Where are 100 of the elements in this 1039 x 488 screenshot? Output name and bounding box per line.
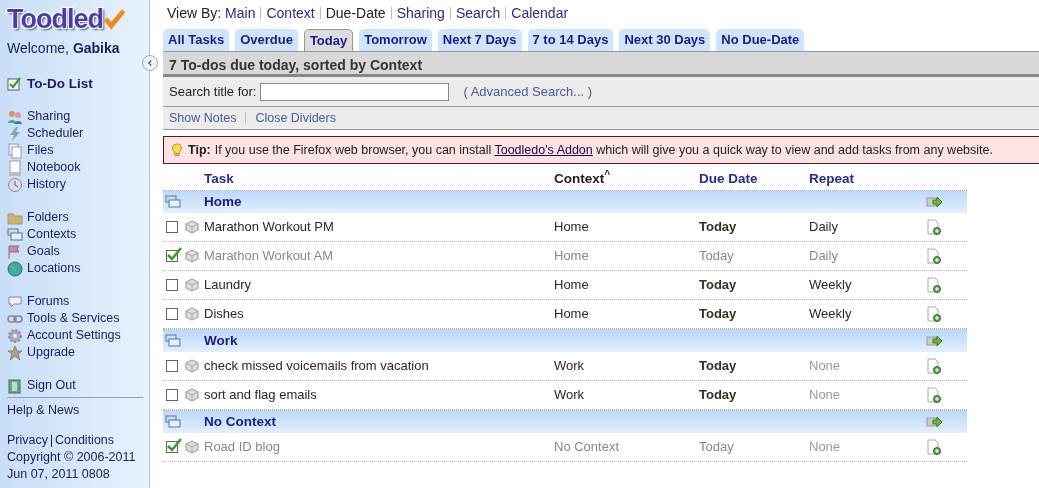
task-title[interactable]: Road ID blog xyxy=(204,437,280,457)
view-link[interactable]: Main xyxy=(225,5,256,21)
task-repeat: None xyxy=(809,438,841,457)
copyright-text: Copyright © 2006-2011 xyxy=(7,449,137,466)
tab[interactable]: Overdue xyxy=(235,29,298,51)
search-label: Search title for: xyxy=(169,82,257,101)
tab[interactable]: Tomorrow xyxy=(359,29,432,51)
lightning-icon xyxy=(7,125,23,142)
contexts-icon xyxy=(7,226,23,243)
task-due-date: Today xyxy=(699,276,737,295)
tab[interactable]: No Due-Date xyxy=(716,29,805,51)
column-header[interactable]: Task xyxy=(204,171,234,186)
task-repeat: Weekly xyxy=(809,276,852,295)
view-link[interactable]: Calendar xyxy=(511,5,569,21)
view-link[interactable]: Context xyxy=(266,5,315,21)
tab[interactable]: All Tasks xyxy=(163,29,230,51)
clock-icon xyxy=(7,176,23,193)
advanced-search-link[interactable]: ( Advanced Search... ) xyxy=(463,81,593,102)
tip-label: Tip: xyxy=(188,141,211,159)
contexts-icon xyxy=(165,333,181,349)
checkbox-icon xyxy=(7,75,23,92)
sidebar-item[interactable]: Folders xyxy=(7,209,143,226)
addon-link[interactable]: Toodledo's Addon xyxy=(494,142,593,157)
sidebar-item[interactable]: Account Settings xyxy=(7,327,143,344)
add-note-icon xyxy=(925,277,941,293)
task-title[interactable]: Marathon Workout PM xyxy=(204,217,334,237)
group-title[interactable]: No Context xyxy=(204,411,276,433)
sidebar-item[interactable]: Files xyxy=(7,142,143,159)
sidebar-item[interactable]: Upgrade xyxy=(7,344,143,361)
sidebar-item[interactable]: History xyxy=(7,176,143,193)
sort-indicator: ^ xyxy=(604,168,611,180)
checkbox[interactable] xyxy=(166,389,178,401)
task-title[interactable]: Marathon Workout AM xyxy=(204,246,334,266)
settings-icon xyxy=(7,327,23,344)
task-repeat: Weekly xyxy=(809,305,852,324)
checkbox[interactable] xyxy=(166,308,178,320)
cube-icon xyxy=(184,248,200,264)
people-icon xyxy=(7,108,23,125)
sidebar-item[interactable]: Tools & Services xyxy=(7,310,143,327)
lightbulb-icon xyxy=(170,143,184,157)
task-due-date: Today xyxy=(699,386,737,405)
view-link[interactable]: Due-Date xyxy=(325,5,386,21)
task-due-date: Today xyxy=(699,247,734,266)
sidebar-item[interactable]: Notebook xyxy=(7,159,143,176)
arrow-icon xyxy=(925,414,943,430)
task-due-date: Today xyxy=(699,438,734,457)
cube-icon xyxy=(184,277,200,293)
column-header[interactable]: Context xyxy=(554,171,605,186)
checkbox[interactable] xyxy=(166,221,178,233)
task-due-date: Today xyxy=(699,305,737,324)
task-due-date: Today xyxy=(699,357,737,376)
task-title[interactable]: Laundry xyxy=(204,275,251,295)
tab[interactable]: Next 7 Days xyxy=(437,29,522,51)
add-note-icon xyxy=(925,248,941,264)
sidebar-item[interactable]: Goals xyxy=(7,243,143,260)
column-header[interactable]: Due Date xyxy=(699,171,758,186)
add-note-icon xyxy=(925,387,941,403)
sidebar-item[interactable]: Contexts xyxy=(7,226,143,243)
cube-icon xyxy=(184,358,200,374)
search-field[interactable] xyxy=(260,82,450,101)
task-title[interactable]: Dishes xyxy=(204,304,244,324)
add-note-icon xyxy=(925,219,941,235)
tab[interactable]: Today xyxy=(303,29,354,51)
cube-icon xyxy=(184,306,200,322)
action-link[interactable]: Show Notes xyxy=(169,108,237,128)
star-icon xyxy=(7,344,23,361)
tab[interactable]: 7 to 14 Days xyxy=(527,29,614,51)
user-name: Gabika xyxy=(72,40,120,56)
group-title[interactable]: Work xyxy=(204,330,238,352)
task-repeat: None xyxy=(809,386,841,405)
view-link[interactable]: Sharing xyxy=(396,5,445,21)
sidebar-item[interactable]: To-Do List xyxy=(7,75,143,92)
task-title[interactable]: check missed voicemails from vacation xyxy=(204,356,429,376)
checkbox[interactable] xyxy=(166,279,178,291)
privacy-link[interactable]: Privacy xyxy=(7,432,48,449)
task-repeat: Daily xyxy=(809,247,838,266)
sidebar-item[interactable]: Sign Out xyxy=(7,377,143,394)
view-by-label: View By: xyxy=(167,5,223,21)
task-due-date: Today xyxy=(699,218,737,237)
view-link[interactable]: Search xyxy=(455,5,501,21)
task-context: Home xyxy=(554,276,589,295)
sidebar-item[interactable]: Locations xyxy=(7,260,143,277)
task-context: No Context xyxy=(554,438,620,457)
sidebar-item[interactable]: Scheduler xyxy=(7,125,143,142)
tab[interactable]: Next 30 Days xyxy=(619,29,711,51)
column-header[interactable]: Repeat xyxy=(809,171,854,186)
conditions-link[interactable]: Conditions xyxy=(55,432,115,449)
sidebar-item[interactable]: Forums xyxy=(7,293,143,310)
action-link[interactable]: Close Dividers xyxy=(255,108,336,128)
group-title[interactable]: Home xyxy=(204,191,242,213)
cube-icon xyxy=(184,439,200,455)
task-title[interactable]: sort and flag emails xyxy=(204,385,317,405)
collapse-button[interactable] xyxy=(142,55,158,71)
add-note-icon xyxy=(925,306,941,322)
help-link[interactable]: Help & News xyxy=(7,402,143,419)
speech-bubble-icon xyxy=(7,293,23,310)
task-context: Home xyxy=(554,218,589,237)
sidebar-item[interactable]: Sharing xyxy=(7,108,143,125)
checkbox[interactable] xyxy=(166,360,178,372)
logo-text: Toodled xyxy=(7,4,103,34)
